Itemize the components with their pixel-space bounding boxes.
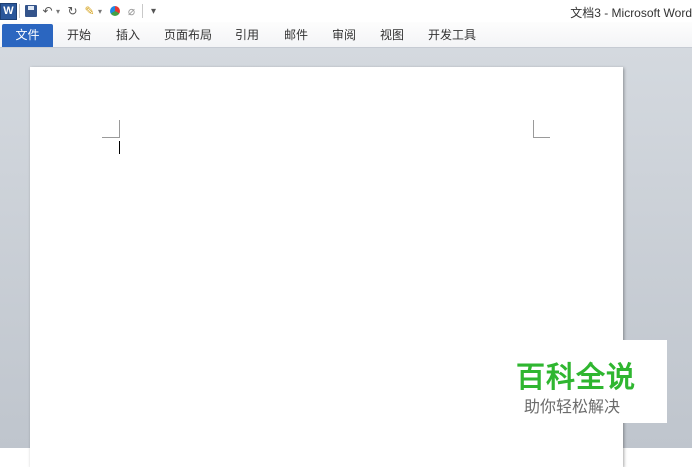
separator <box>19 4 20 18</box>
watermark-subtitle: 助你轻松解决 <box>524 397 621 416</box>
tab-mailings[interactable]: 邮件 <box>284 26 308 44</box>
quick-access-toolbar: W ↶ ▾ ↻ ✎ ▾ ⌀ ▾ <box>0 1 162 21</box>
margin-corner-top-right <box>533 120 534 138</box>
redo-icon[interactable]: ↻ <box>64 2 81 20</box>
save-icon[interactable] <box>22 2 39 20</box>
tab-home[interactable]: 开始 <box>67 26 91 44</box>
word-logo-icon[interactable]: W <box>0 2 17 20</box>
clear-format-icon[interactable]: ⌀ <box>123 2 140 20</box>
margin-corner-top-left <box>119 120 120 138</box>
tab-insert[interactable]: 插入 <box>116 26 140 44</box>
separator <box>142 4 143 18</box>
text-cursor <box>119 141 120 154</box>
window-title: 文档3 - Microsoft Word <box>570 6 692 20</box>
customize-icon[interactable]: ▾ <box>145 2 162 20</box>
tab-developer[interactable]: 开发工具 <box>428 26 476 44</box>
color-icon[interactable] <box>106 2 123 20</box>
ribbon-tabs: 文件 开始 插入 页面布局 引用 邮件 审阅 视图 开发工具 <box>0 22 692 48</box>
tab-view[interactable]: 视图 <box>380 26 404 44</box>
watermark-title: 百科全说 <box>516 360 637 394</box>
undo-dropdown-icon[interactable]: ▾ <box>56 7 64 16</box>
undo-icon[interactable]: ↶ <box>39 2 56 20</box>
tab-review[interactable]: 审阅 <box>332 26 356 44</box>
title-bar: W ↶ ▾ ↻ ✎ ▾ ⌀ ▾ 文档3 - Microsoft Word <box>0 0 692 22</box>
format-painter-icon[interactable]: ✎ <box>81 2 98 20</box>
tab-references[interactable]: 引用 <box>235 26 259 44</box>
watermark: 百科全说 助你轻松解决 <box>500 340 667 423</box>
tab-file[interactable]: 文件 <box>2 24 53 47</box>
format-painter-dropdown-icon[interactable]: ▾ <box>98 7 106 16</box>
margin-corner-top-left <box>102 137 119 138</box>
tab-page-layout[interactable]: 页面布局 <box>164 26 212 44</box>
margin-corner-top-right <box>533 137 550 138</box>
